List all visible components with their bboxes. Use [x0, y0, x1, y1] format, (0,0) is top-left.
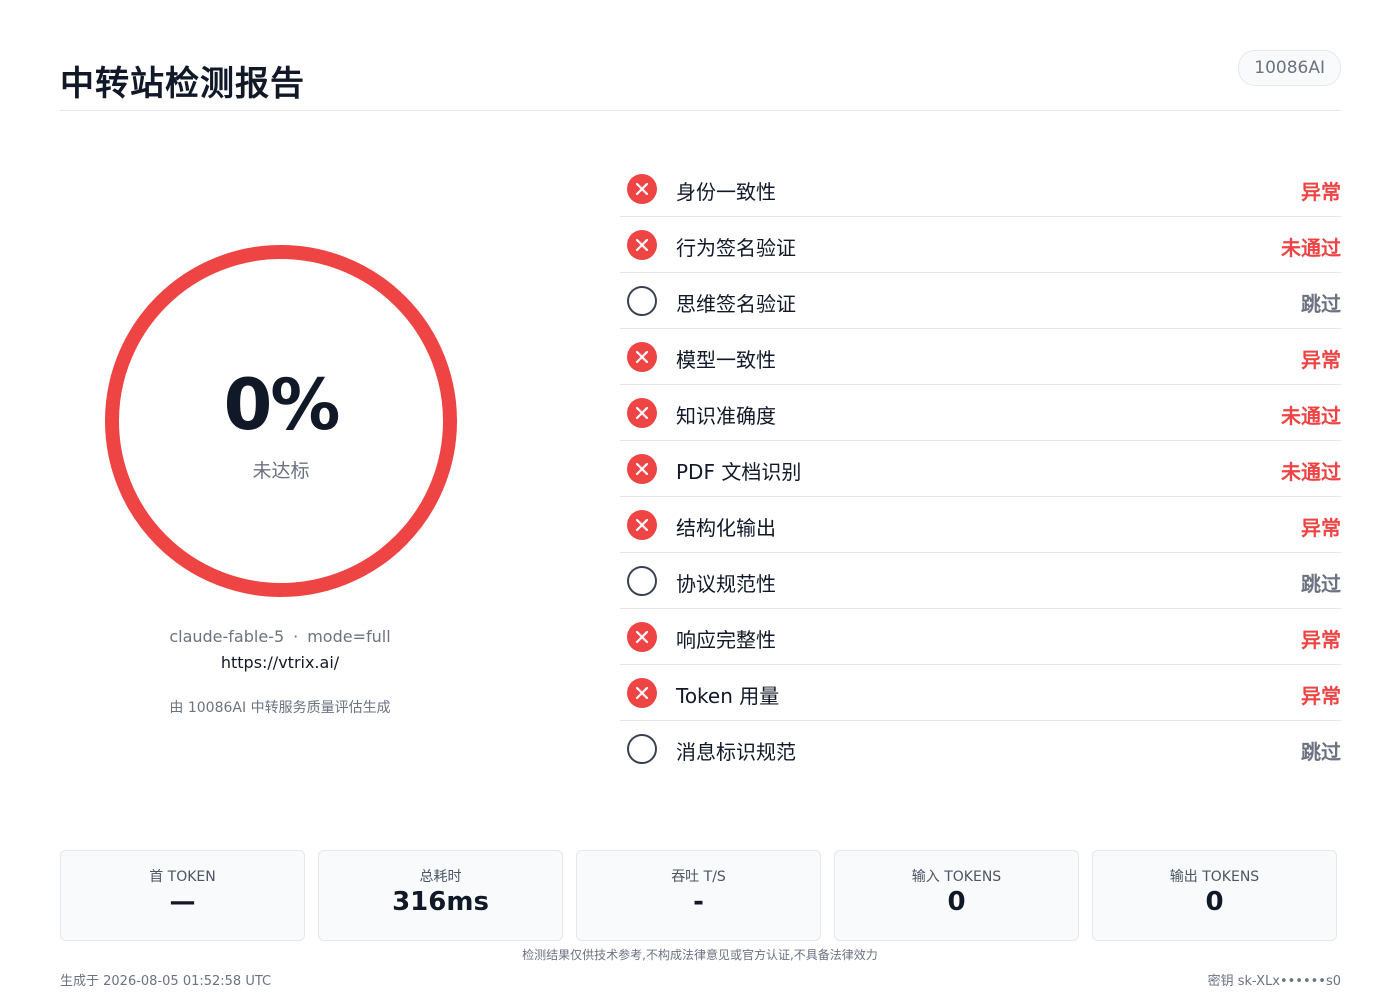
- check-row: 身份一致性 异常: [620, 161, 1341, 217]
- model-name: claude-fable-5: [169, 627, 285, 646]
- x-circle-icon: [627, 230, 657, 260]
- score-ring: 0% 未达标: [104, 244, 458, 598]
- meta-separator: ·: [293, 627, 299, 646]
- stats-row: 首 TOKEN — 总耗时 316ms 吞吐 T/S - 输入 TOKENS 0 输出 TOKE…: [60, 850, 1341, 941]
- check-row: 思维签名验证 跳过: [620, 273, 1341, 329]
- check-status: 未通过: [1281, 236, 1341, 260]
- check-status: 异常: [1301, 180, 1341, 204]
- check-label: 响应完整性: [676, 628, 776, 652]
- x-circle-icon: [627, 678, 657, 708]
- check-status: 异常: [1301, 348, 1341, 372]
- check-label: 协议规范性: [676, 572, 776, 596]
- x-circle-icon: [627, 622, 657, 652]
- page-title: 中转站检测报告: [60, 64, 305, 104]
- stat-value: 0: [947, 887, 966, 917]
- empty-circle-icon: [627, 286, 657, 316]
- generated-timestamp: 生成于 2026-08-05 01:52:58 UTC: [60, 974, 272, 989]
- stat-label: 首 TOKEN: [149, 869, 216, 885]
- check-list: 身份一致性 异常 行为签名验证 未通过 思维签名验证 跳过 模型一致性 异常 知识准确度 未通过 P…: [620, 161, 1341, 776]
- check-row: 知识准确度 未通过: [620, 385, 1341, 441]
- api-key-masked: 密钥 sk-XLx••••••s0: [1207, 974, 1341, 989]
- report-page: 中转站检测报告 10086AI 0% 未达标 claude-fable-5 · mo…: [0, 0, 1400, 1000]
- check-row: 协议规范性 跳过: [620, 553, 1341, 609]
- stat-card: 首 TOKEN —: [60, 850, 305, 941]
- empty-circle-icon: [627, 566, 657, 596]
- check-label: 结构化输出: [676, 516, 776, 540]
- disclaimer: 检测结果仅供技术参考,不构成法律意见或官方认证,不具备法律效力: [522, 948, 878, 962]
- check-row: 结构化输出 异常: [620, 497, 1341, 553]
- check-label: PDF 文档识别: [676, 460, 802, 484]
- check-status: 跳过: [1301, 292, 1341, 316]
- check-label: 消息标识规范: [676, 740, 796, 764]
- check-status: 跳过: [1301, 572, 1341, 596]
- stat-card: 输出 TOKENS 0: [1092, 850, 1337, 941]
- stat-card: 输入 TOKENS 0: [834, 850, 1079, 941]
- check-status: 异常: [1301, 516, 1341, 540]
- empty-circle-icon: [627, 734, 657, 764]
- brand-badge: 10086AI: [1238, 50, 1341, 86]
- stat-label: 输出 TOKENS: [1169, 869, 1260, 885]
- check-row: 消息标识规范 跳过: [620, 721, 1341, 776]
- check-status: 未通过: [1281, 460, 1341, 484]
- check-label: 身份一致性: [676, 180, 776, 204]
- x-circle-icon: [627, 174, 657, 204]
- stat-label: 输入 TOKENS: [911, 869, 1002, 885]
- report-header: 中转站检测报告 10086AI: [60, 40, 1341, 111]
- generated-by: 由 10086AI 中转服务质量评估生成: [169, 700, 391, 716]
- score-value: 0%: [223, 364, 341, 446]
- endpoint-url: https://vtrix.ai/: [220, 653, 340, 672]
- x-circle-icon: [627, 510, 657, 540]
- check-status: 异常: [1301, 628, 1341, 652]
- stat-value: 0: [1205, 887, 1224, 917]
- x-circle-icon: [627, 454, 657, 484]
- model-meta: claude-fable-5 · mode=full: [60, 627, 500, 646]
- check-label: 模型一致性: [676, 348, 776, 372]
- mode-label: mode=full: [307, 627, 391, 646]
- score-status: 未达标: [252, 460, 310, 482]
- stat-card: 总耗时 316ms: [318, 850, 563, 941]
- check-label: 行为签名验证: [676, 236, 796, 260]
- check-row: 响应完整性 异常: [620, 609, 1341, 665]
- stat-label: 吞吐 T/S: [671, 869, 726, 885]
- check-row: 模型一致性 异常: [620, 329, 1341, 385]
- check-label: Token 用量: [676, 684, 780, 708]
- check-label: 知识准确度: [676, 404, 776, 428]
- check-status: 未通过: [1281, 404, 1341, 428]
- check-row: PDF 文档识别 未通过: [620, 441, 1341, 497]
- check-row: 行为签名验证 未通过: [620, 217, 1341, 273]
- stat-value: -: [693, 887, 704, 917]
- x-circle-icon: [627, 342, 657, 372]
- check-status: 跳过: [1301, 740, 1341, 764]
- x-circle-icon: [627, 398, 657, 428]
- check-status: 异常: [1301, 684, 1341, 708]
- check-row: Token 用量 异常: [620, 665, 1341, 721]
- stat-value: 316ms: [392, 887, 489, 917]
- check-label: 思维签名验证: [676, 292, 796, 316]
- stat-card: 吞吐 T/S -: [576, 850, 821, 941]
- stat-value: —: [169, 887, 196, 917]
- stat-label: 总耗时: [419, 869, 462, 885]
